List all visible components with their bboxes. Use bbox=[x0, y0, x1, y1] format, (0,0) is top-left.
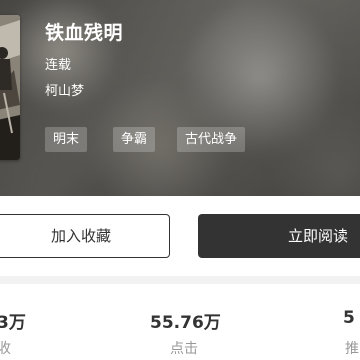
tag-item[interactable]: 争霸 bbox=[113, 127, 156, 152]
author-name[interactable]: 柯山梦 bbox=[45, 80, 84, 99]
stat-label: 点击 bbox=[170, 341, 198, 357]
book-title: 铁血残明 bbox=[45, 22, 124, 44]
book-detail-screen: 铁血残明 连载 柯山梦 明末 争霸 古代战争 加入收藏 立即阅读 3万 收 55… bbox=[0, 0, 360, 360]
stat-label: 推 bbox=[345, 341, 359, 357]
read-now-button[interactable]: 立即阅读 bbox=[198, 214, 360, 258]
tag-item[interactable]: 古代战争 bbox=[177, 127, 246, 152]
book-cover[interactable] bbox=[0, 15, 20, 160]
tag-item[interactable]: 明末 bbox=[45, 127, 88, 152]
read-now-label: 立即阅读 bbox=[288, 227, 349, 245]
stat-value: 5 bbox=[343, 308, 355, 328]
cover-artwork bbox=[0, 15, 20, 160]
serial-status: 连载 bbox=[45, 58, 72, 73]
stat-value: 3万 bbox=[0, 313, 26, 333]
stat-value: 55.76万 bbox=[150, 313, 221, 333]
book-header: 铁血残明 连载 柯山梦 明末 争霸 古代战争 bbox=[0, 0, 360, 196]
add-to-collection-button[interactable]: 加入收藏 bbox=[0, 214, 170, 258]
section-divider bbox=[0, 276, 360, 284]
add-to-collection-label: 加入收藏 bbox=[50, 227, 111, 245]
stat-label: 收 bbox=[0, 341, 11, 357]
